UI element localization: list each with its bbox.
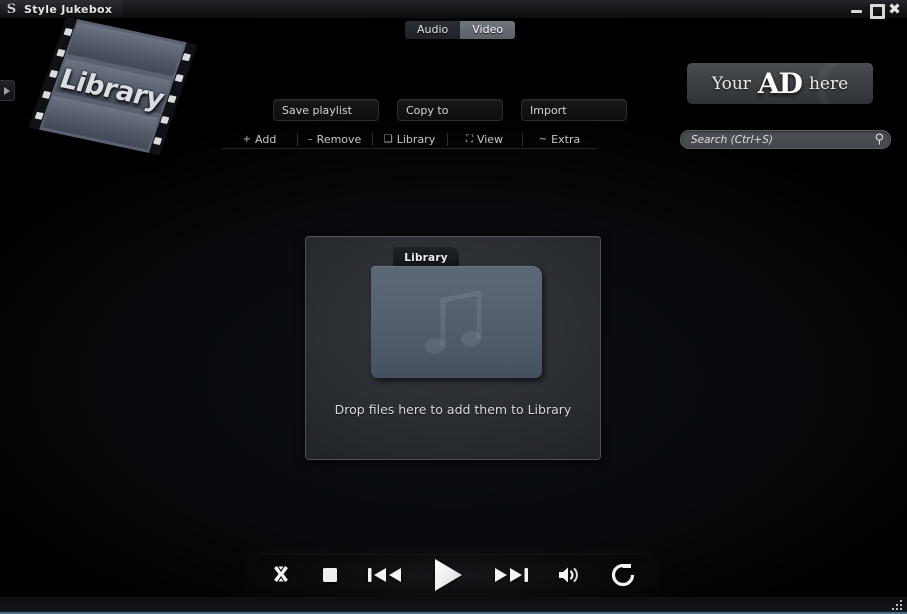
library-icon: ❑ xyxy=(383,133,393,145)
library-dropzone[interactable]: Library Drop files here to add them to L… xyxy=(305,236,601,460)
maximize-button[interactable] xyxy=(869,3,885,19)
minus-icon: – xyxy=(307,133,313,145)
play-button[interactable] xyxy=(433,558,463,592)
tab-video[interactable]: Video xyxy=(460,21,516,39)
menu-item-extra[interactable]: ~ Extra xyxy=(522,131,597,148)
next-track-icon xyxy=(494,568,528,582)
minimize-button[interactable] xyxy=(850,3,863,16)
library-menu-bar: + Add – Remove ❑ Library ⛶ View ~ Extra xyxy=(222,131,597,149)
search-input[interactable] xyxy=(691,133,871,146)
menu-item-library-label: Library xyxy=(396,133,436,146)
transport-controls xyxy=(247,554,659,596)
shuffle-icon xyxy=(274,566,288,582)
dropzone-message: Drop files here to add them to Library xyxy=(334,402,572,417)
application-window: S Style Jukebox ✖ Library Audio Video Sa… xyxy=(0,0,907,614)
library-filmstrip-logo: Library xyxy=(28,16,198,156)
resize-grip-icon[interactable] xyxy=(892,600,904,610)
window-controls: ✖ xyxy=(850,0,901,19)
previous-track-icon xyxy=(368,568,402,582)
save-playlist-button[interactable]: Save playlist xyxy=(273,99,379,121)
window-title: Style Jukebox xyxy=(24,2,113,16)
menu-item-library[interactable]: ❑ Library xyxy=(372,131,447,148)
copy-to-button[interactable]: Copy to xyxy=(397,99,503,121)
folder-body xyxy=(371,266,542,378)
toolbar-buttons: Save playlist Copy to Import xyxy=(273,99,627,121)
close-button[interactable]: ✖ xyxy=(888,1,901,16)
advertisement-banner[interactable]: Your AD here xyxy=(687,63,873,104)
status-bar xyxy=(0,597,907,614)
stop-icon xyxy=(322,568,337,582)
extra-icon: ~ xyxy=(538,133,548,145)
repeat-button[interactable] xyxy=(611,563,635,587)
left-panel-expander[interactable] xyxy=(0,80,15,101)
menu-item-view[interactable]: ⛶ View xyxy=(447,131,522,148)
menu-item-remove[interactable]: – Remove xyxy=(297,131,372,148)
volume-button[interactable] xyxy=(558,566,580,584)
tab-audio[interactable]: Audio xyxy=(405,21,461,39)
menu-item-extra-label: Extra xyxy=(551,133,581,146)
menu-item-view-label: View xyxy=(476,133,504,146)
ad-word-here: here xyxy=(808,73,849,94)
media-type-tabs: Audio Video xyxy=(405,21,516,39)
shuffle-button[interactable] xyxy=(271,565,291,585)
volume-icon xyxy=(559,567,579,583)
music-folder-icon: Library xyxy=(364,247,542,380)
title-bar: S Style Jukebox ✖ xyxy=(0,0,907,19)
expand-panel-arrow-icon xyxy=(4,86,10,95)
folder-tab-label: Library xyxy=(404,252,448,264)
stop-button[interactable] xyxy=(322,567,338,583)
search-box[interactable]: ⚲ xyxy=(680,130,891,149)
import-button[interactable]: Import xyxy=(521,99,627,121)
ad-word-your: Your xyxy=(711,73,751,94)
play-icon xyxy=(434,559,462,591)
menu-item-add[interactable]: + Add xyxy=(222,131,297,148)
style-jukebox-logo-icon: S xyxy=(6,1,17,17)
repeat-icon xyxy=(611,563,635,587)
next-button[interactable] xyxy=(494,566,528,584)
music-note-icon xyxy=(417,284,495,362)
title-bar-left-group: S Style Jukebox xyxy=(0,0,123,18)
filmstrip-body xyxy=(28,16,198,156)
previous-button[interactable] xyxy=(368,566,402,584)
view-icon: ⛶ xyxy=(465,133,473,145)
menu-item-add-label: Add xyxy=(255,133,277,146)
menu-item-remove-label: Remove xyxy=(316,133,362,146)
ad-word-ad: AD xyxy=(757,67,803,100)
plus-icon: + xyxy=(242,133,252,145)
search-icon[interactable]: ⚲ xyxy=(874,133,884,146)
